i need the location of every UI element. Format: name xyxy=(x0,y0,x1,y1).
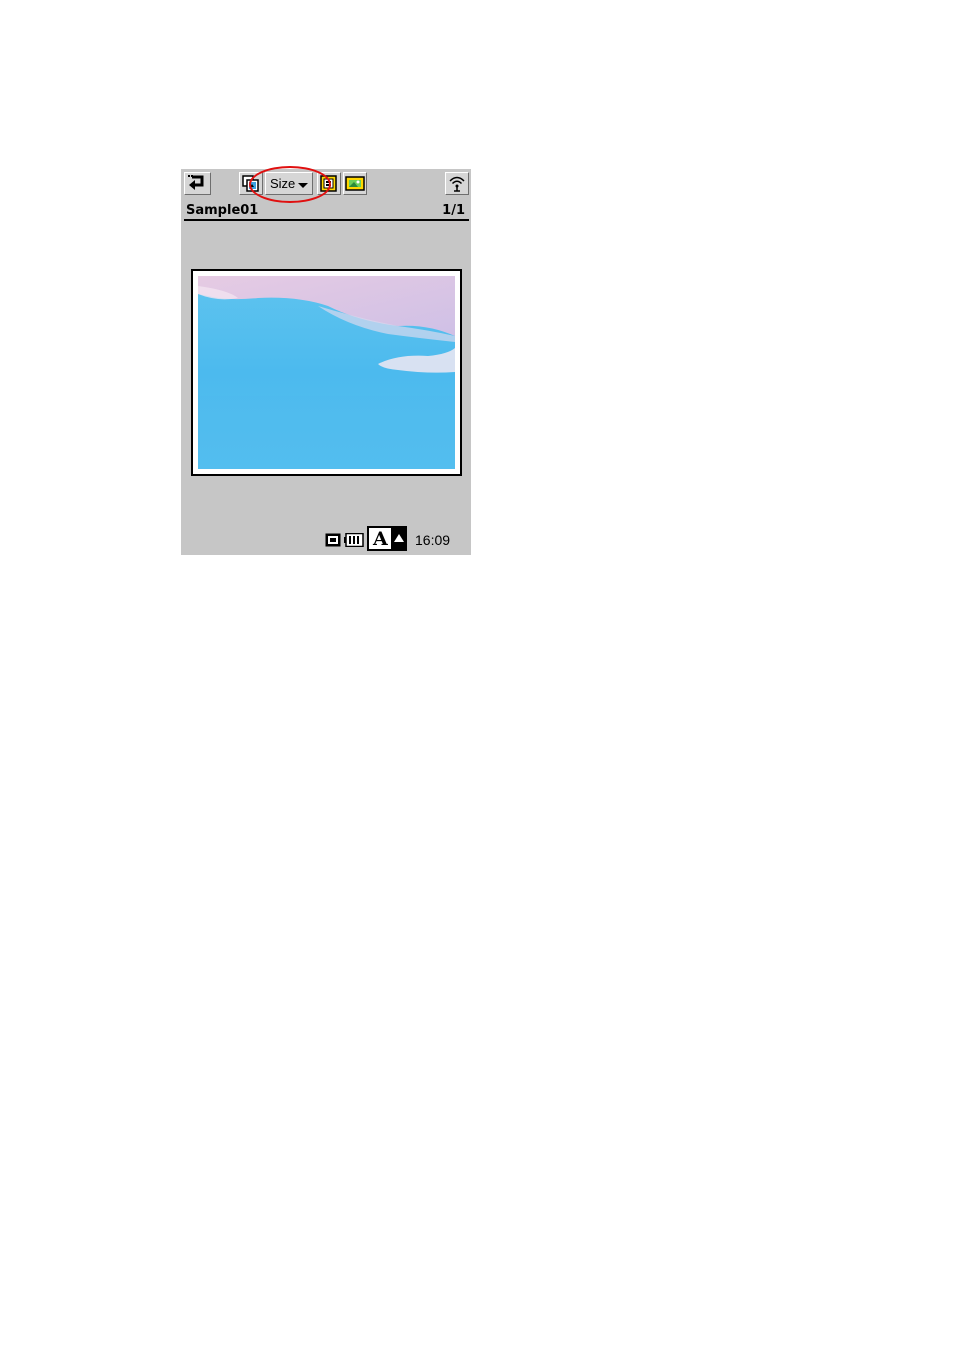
status-bar: A 16:09 xyxy=(181,524,471,555)
clock: 16:09 xyxy=(415,532,451,548)
title-bar: Sample01 1/1 xyxy=(181,202,471,220)
picture-button[interactable] xyxy=(343,172,367,195)
page-title: Sample01 xyxy=(186,203,259,218)
input-mode-button[interactable]: A xyxy=(367,526,407,551)
toolbar: Size xyxy=(181,166,471,203)
picture-icon xyxy=(345,176,365,191)
size-dropdown-label: Size xyxy=(270,176,296,191)
wireless-button[interactable] xyxy=(445,172,469,195)
cf-card-icon xyxy=(325,533,341,547)
print-preview-frame xyxy=(191,269,462,476)
chevron-down-icon xyxy=(298,183,308,188)
pocket-pc-screen: Size Sample01 1/1 A 16:09 xyxy=(181,166,471,555)
input-mode-label: A xyxy=(373,528,388,550)
back-button[interactable] xyxy=(184,172,211,195)
page-counter: 1/1 xyxy=(442,203,465,218)
select-images-icon xyxy=(242,175,259,192)
return-arrow-icon xyxy=(188,175,204,190)
print-frame-icon xyxy=(320,175,337,192)
select-images-button[interactable] xyxy=(239,172,263,195)
size-dropdown[interactable]: Size xyxy=(265,172,313,195)
battery-icon xyxy=(344,533,364,547)
sea-landscape-photo xyxy=(198,276,455,469)
title-divider xyxy=(184,219,469,221)
input-mode-icon xyxy=(391,526,407,551)
print-frame-button[interactable] xyxy=(317,172,341,195)
wireless-icon xyxy=(449,176,465,192)
